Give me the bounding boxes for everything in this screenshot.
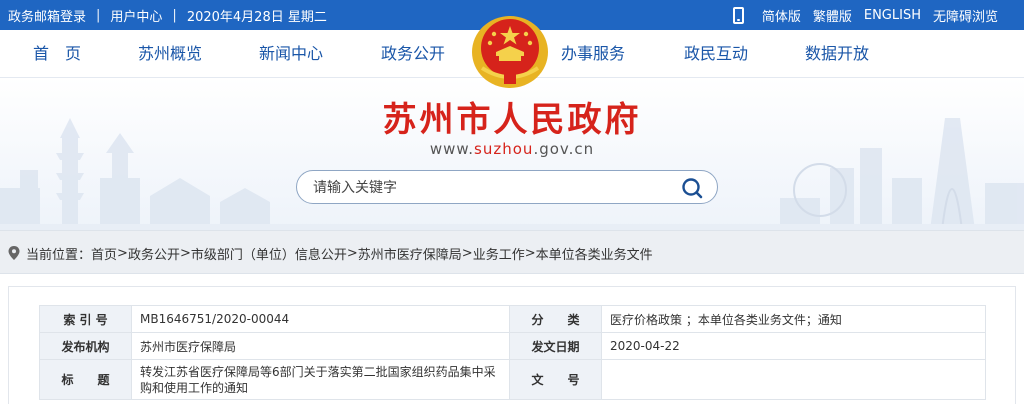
breadcrumb-separator: > xyxy=(346,245,358,261)
site-url-suffix: .gov.cn xyxy=(533,140,595,158)
national-emblem xyxy=(472,16,548,88)
topbar-separator: | xyxy=(96,7,101,23)
document-metadata-table: 索 引 号 MB1646751/2020-00044 分 类 医疗价格政策 ；本… xyxy=(39,305,986,400)
current-date: 2020年4月28日 星期二 xyxy=(186,9,327,25)
publisher-value: 苏州市医疗保障局 xyxy=(131,332,510,360)
search-box xyxy=(296,170,718,204)
topbar-separator: | xyxy=(172,7,177,23)
nav-item-gov-affairs[interactable]: 政务公开 xyxy=(381,30,445,78)
topbar-left: 政务邮箱登录 | 用户中心 | 2020年4月28日 星期二 xyxy=(8,0,327,30)
search-icon[interactable] xyxy=(681,177,703,199)
breadcrumb-home[interactable]: 首页 xyxy=(91,244,117,263)
index-number-value: MB1646751/2020-00044 xyxy=(131,305,510,333)
nav-item-interaction[interactable]: 政民互动 xyxy=(684,30,748,78)
category-value: 医疗价格政策 ；本单位各类业务文件；通知 xyxy=(601,305,986,333)
breadcrumb-gov-affairs[interactable]: 政务公开 xyxy=(128,244,180,263)
nav-item-open-data[interactable]: 数据开放 xyxy=(805,30,869,78)
breadcrumb-bar: 当前位置： 首页 > 政务公开 > 市级部门（单位）信息公开 > 苏州市医疗保障… xyxy=(0,230,1024,274)
issue-date-label: 发文日期 xyxy=(509,332,602,360)
issue-date-value: 2020-04-22 xyxy=(601,332,986,360)
location-pin-icon xyxy=(8,246,20,260)
search-input[interactable] xyxy=(313,177,653,199)
nav-item-news[interactable]: 新闻中心 xyxy=(259,30,323,78)
title-value: 转发江苏省医疗保障局等6部门关于落实第二批国家组织药品集中采购和使用工作的通知 xyxy=(131,359,510,400)
index-number-label: 索 引 号 xyxy=(39,305,132,333)
nav-item-overview[interactable]: 苏州概览 xyxy=(138,30,202,78)
breadcrumb-label: 当前位置： xyxy=(26,247,92,263)
breadcrumb-separator: > xyxy=(179,245,191,261)
content-panel: 索 引 号 MB1646751/2020-00044 分 类 医疗价格政策 ；本… xyxy=(8,286,1016,404)
breadcrumb-municipal-depts[interactable]: 市级部门（单位）信息公开 xyxy=(191,244,347,263)
breadcrumb-medical-security-bureau[interactable]: 苏州市医疗保障局 xyxy=(358,244,462,263)
title-label: 标 题 xyxy=(39,359,132,400)
breadcrumb-separator: > xyxy=(461,245,473,261)
document-number-label: 文 号 xyxy=(509,359,602,400)
simplified-chinese-link[interactable]: 简体版 xyxy=(762,6,801,25)
table-row: 索 引 号 MB1646751/2020-00044 分 类 医疗价格政策 ；本… xyxy=(39,305,986,333)
english-link[interactable]: ENGLISH xyxy=(864,8,921,23)
site-url-domain: suzhou xyxy=(474,140,534,158)
nav-item-services[interactable]: 办事服务 xyxy=(561,30,625,78)
category-label: 分 类 xyxy=(509,305,602,333)
site-url-prefix: www. xyxy=(429,140,475,158)
user-center-link[interactable]: 用户中心 xyxy=(110,6,162,25)
document-number-value xyxy=(601,359,986,400)
site-title: 苏州市人民政府 xyxy=(382,100,642,140)
accessible-browse-link[interactable]: 无障碍浏览 xyxy=(933,6,998,25)
site-url: www.suzhou.gov.cn xyxy=(0,140,1024,158)
breadcrumb: 当前位置： 首页 > 政务公开 > 市级部门（单位）信息公开 > 苏州市医疗保障… xyxy=(8,231,653,275)
breadcrumb-business-documents[interactable]: 本单位各类业务文件 xyxy=(536,244,653,263)
publisher-label: 发布机构 xyxy=(39,332,132,360)
breadcrumb-business-work[interactable]: 业务工作 xyxy=(473,244,525,263)
table-row: 发布机构 苏州市医疗保障局 发文日期 2020-04-22 xyxy=(39,332,986,360)
breadcrumb-separator: > xyxy=(524,245,536,261)
table-row: 标 题 转发江苏省医疗保障局等6部门关于落实第二批国家组织药品集中采购和使用工作… xyxy=(39,359,986,400)
phone-icon[interactable] xyxy=(732,6,744,24)
nav-item-home[interactable]: 首 页 xyxy=(33,30,81,78)
breadcrumb-separator: > xyxy=(117,245,128,261)
traditional-chinese-link[interactable]: 繁體版 xyxy=(813,6,852,25)
email-login-link[interactable]: 政务邮箱登录 xyxy=(8,6,86,25)
topbar-right: 简体版 繁體版 ENGLISH 无障碍浏览 xyxy=(732,0,998,30)
